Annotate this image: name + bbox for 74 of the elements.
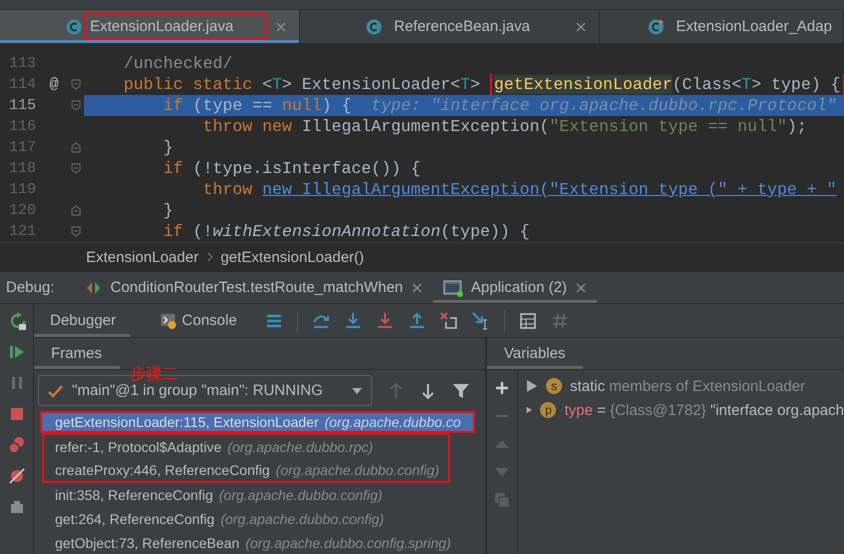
stack-frame[interactable]: getObject:73, ReferenceBean (org.apache.dubbo.config.spring) (34, 531, 485, 554)
line-number: 115 (8, 97, 37, 114)
stack-frame[interactable]: createProxy:446, ReferenceConfig (org.apache.dubbo.config) (44, 458, 448, 481)
line-number: 117 (8, 139, 37, 156)
drop-frame-icon[interactable] (440, 312, 458, 330)
code-line: if (!withExtensionAnnotation(type)) { (162, 221, 531, 242)
breadcrumb-item[interactable]: getExtensionLoader() (220, 248, 364, 266)
code-line: throw new IllegalArgumentException("Extension type (" + type + " (202, 179, 838, 200)
line-number: 116 (8, 118, 37, 135)
check-icon (47, 382, 64, 398)
fold-icon[interactable] (71, 205, 81, 216)
close-icon[interactable] (411, 282, 424, 294)
close-icon[interactable] (575, 20, 587, 32)
debug-session-tab[interactable]: Application (2) (433, 272, 597, 303)
override-marker[interactable]: @ (40, 76, 68, 93)
class-icon (648, 18, 664, 34)
line-number: 121 (8, 223, 37, 240)
code-line: throw new IllegalArgumentException("Extension type == null"); (202, 116, 808, 137)
code-line: } (162, 200, 174, 221)
frames-tab[interactable]: Frames (34, 338, 120, 369)
stack-frame[interactable]: refer:-1, Protocol$Adaptive (org.apache.dubbo.rpc) (44, 435, 448, 458)
fold-icon[interactable] (71, 163, 81, 174)
variable-type-badge: s (546, 378, 562, 394)
fold-icon[interactable] (71, 100, 81, 111)
evaluate-icon[interactable] (518, 312, 537, 330)
add-icon[interactable] (494, 380, 510, 396)
debugger-tab[interactable]: Debugger (34, 304, 130, 337)
window-icon (443, 278, 464, 296)
variable-type-badge: p (540, 402, 556, 418)
variable-text[interactable]: type = {Class@1782} "interface org.apach (564, 402, 844, 418)
expand-arrow-icon[interactable] (526, 379, 538, 393)
step-out-icon[interactable] (408, 312, 426, 330)
fold-icon[interactable] (71, 226, 81, 237)
chevron-icon (206, 252, 213, 262)
code-line: if (!type.isInterface()) { (162, 158, 422, 179)
line-number: 119 (8, 181, 37, 198)
step-into-icon[interactable] (344, 312, 362, 330)
line-number: 120 (8, 202, 37, 219)
editor-tab[interactable]: ExtensionLoader_Adap (600, 10, 844, 43)
line-number: 118 (8, 160, 37, 177)
run-config-icon (86, 280, 102, 296)
copy-icon[interactable] (494, 492, 510, 508)
editor-tab[interactable]: ExtensionLoader.java (0, 10, 300, 43)
close-icon[interactable] (275, 20, 287, 32)
resume-icon[interactable] (8, 343, 26, 361)
arrow-down-icon[interactable] (420, 382, 436, 400)
filter-icon[interactable] (452, 382, 470, 400)
run-to-cursor-icon[interactable] (472, 312, 490, 330)
stack-frame[interactable]: get:264, ReferenceConfig (org.apache.dubbo.config) (34, 507, 485, 531)
line-number: 114 (8, 76, 37, 93)
breakpoints-icon[interactable] (8, 436, 26, 454)
arrow-up-icon[interactable] (388, 382, 404, 400)
class-icon (66, 18, 82, 34)
stack-frame[interactable]: getExtensionLoader:115, ExtensionLoader (org.apache.dubbo.co (40, 411, 475, 433)
editor-tab[interactable]: ReferenceBean.java (300, 10, 600, 43)
breadcrumb-item[interactable]: ExtensionLoader (86, 248, 199, 266)
fold-icon[interactable] (71, 79, 81, 90)
debugger-tab[interactable]: Console (144, 304, 251, 337)
class-icon (366, 18, 382, 34)
mute-breakpoints-icon[interactable] (8, 467, 26, 485)
trace-icon[interactable] (550, 312, 569, 330)
code-line: } (162, 137, 174, 158)
stack-frame[interactable]: init:358, ReferenceConfig (org.apache.dubbo.config) (34, 483, 485, 507)
debug-session-tab[interactable]: ConditionRouterTest.testRoute_matchWhen (76, 272, 434, 303)
code-line: /unchecked/ (122, 53, 234, 74)
line-number: 113 (8, 55, 37, 72)
fold-icon[interactable] (71, 142, 81, 153)
variable-text[interactable]: static members of ExtensionLoader (570, 378, 806, 394)
close-icon[interactable] (574, 282, 587, 294)
caret-icon (351, 386, 363, 394)
force-step-into-icon[interactable] (376, 312, 394, 330)
console-icon (160, 312, 176, 329)
variables-tab[interactable]: Variables (487, 338, 584, 369)
debug-label: Debug: (5, 279, 56, 296)
